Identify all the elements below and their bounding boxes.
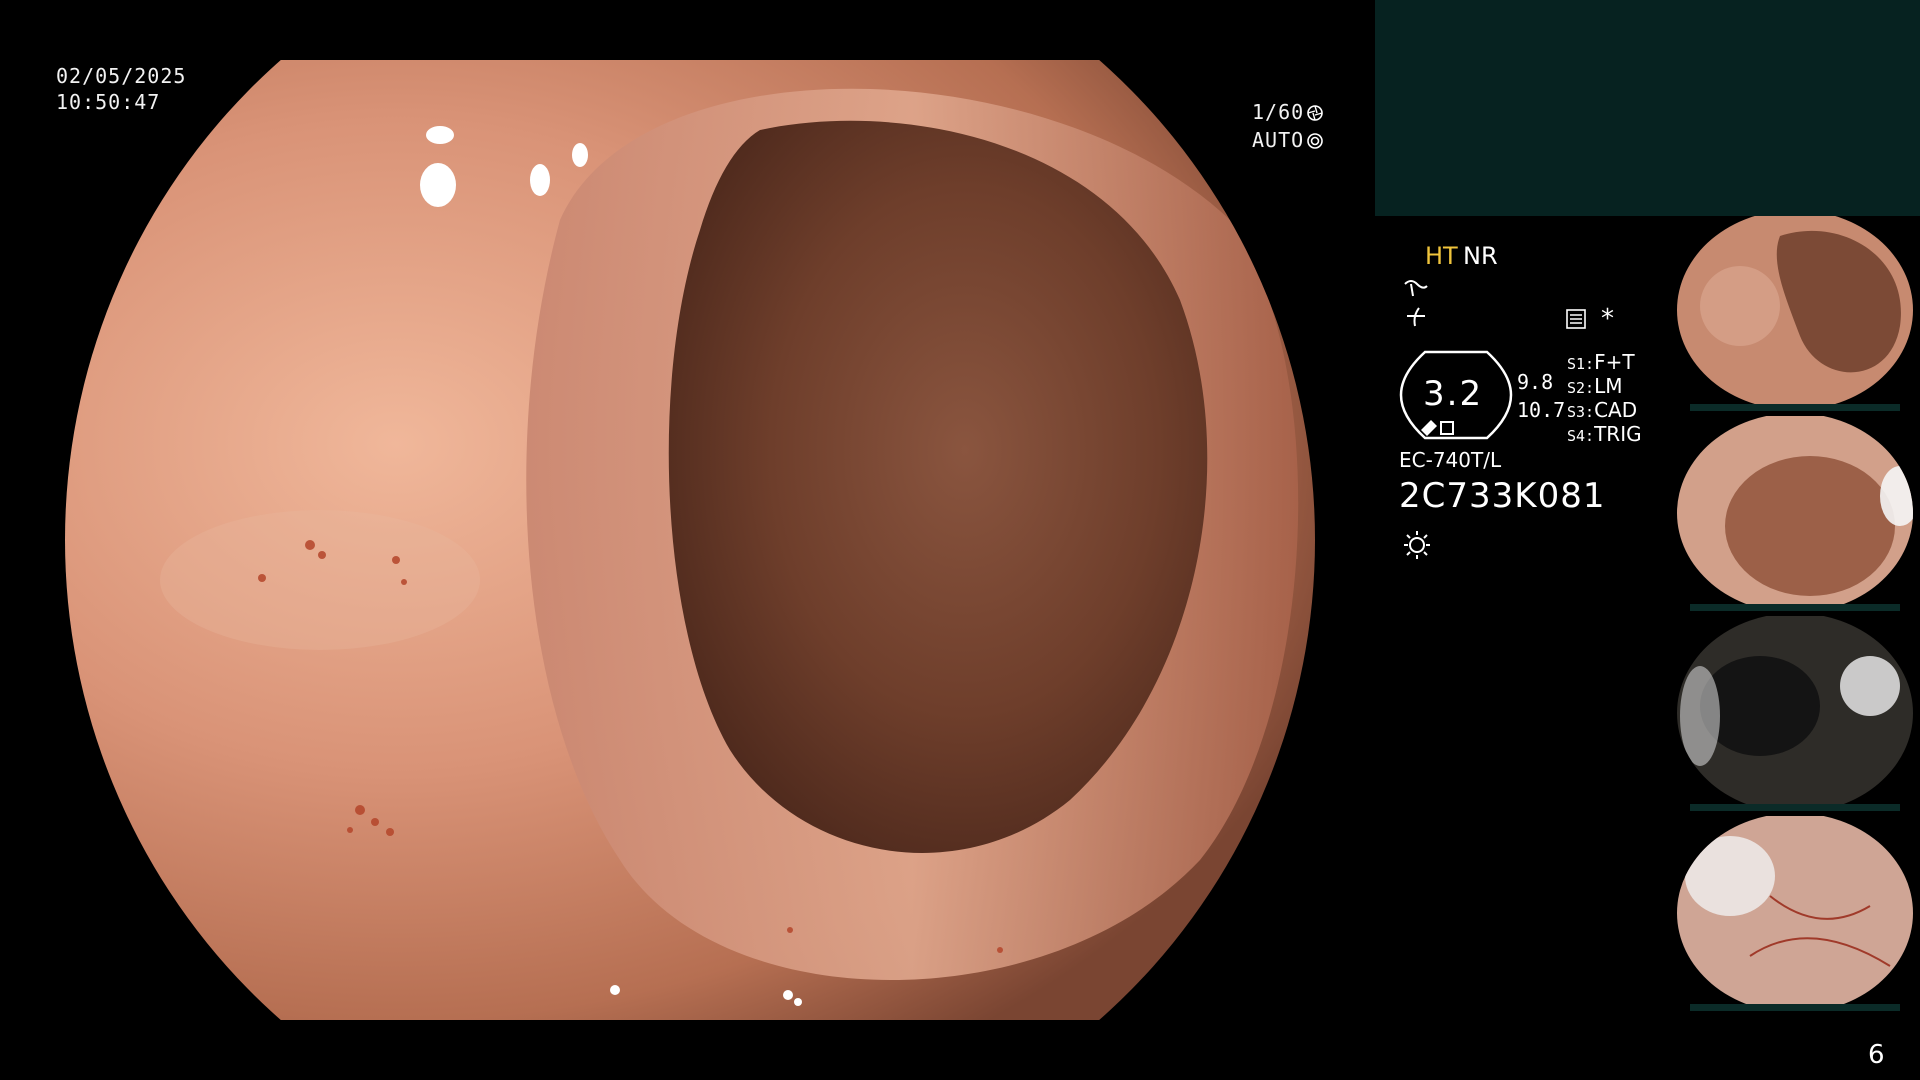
switch-s4: S4:TRIG: [1567, 422, 1642, 446]
image-mode-icon: [1566, 309, 1586, 329]
switch-s2: S2:LM: [1567, 374, 1623, 398]
scope-serial-number: 2C733K081: [1399, 476, 1606, 516]
switch-key: S2:: [1567, 379, 1595, 397]
top-right-panel: [1375, 0, 1920, 216]
thumbnail-image: [1677, 616, 1913, 811]
endoscope-image: [65, 60, 1315, 1020]
endoscopy-screen: 02/05/2025 10:50:47 1/60 AUTO HT NR * 3.…: [0, 0, 1920, 1080]
date-readout: 02/05/2025: [56, 64, 187, 88]
switch-value: F+T: [1594, 350, 1635, 374]
zoom-value: 3.2: [1423, 374, 1484, 414]
nr-indicator: NR: [1463, 242, 1498, 270]
shutter-readout: 1/60: [1252, 98, 1324, 126]
structure-enhancement-icon: [1404, 280, 1428, 297]
iris-icon: [1307, 133, 1323, 149]
switch-key: S3:: [1567, 403, 1595, 421]
color-enhancement-icon: [1407, 307, 1425, 327]
scope-model: EC-740T/L: [1399, 448, 1502, 472]
switch-s3: S3:CAD: [1567, 398, 1637, 422]
ht-indicator: HT: [1425, 242, 1458, 270]
reading-b: 10.7: [1517, 398, 1566, 422]
mucosa-highlight: [160, 510, 480, 650]
thumbnail-2[interactable]: [1670, 416, 1920, 611]
shutter-value: 1/60: [1252, 100, 1305, 124]
switch-s1: S1:F+T: [1567, 350, 1635, 374]
switch-key: S4:: [1567, 427, 1595, 445]
switch-value: CAD: [1594, 398, 1638, 422]
switch-value: LM: [1594, 374, 1623, 398]
switch-value: TRIG: [1594, 422, 1642, 446]
shutter-mode-value: AUTO: [1252, 128, 1305, 152]
switch-key: S1:: [1567, 355, 1595, 373]
aperture-icon: [1307, 105, 1323, 121]
thumbnail-3[interactable]: [1670, 616, 1920, 811]
processor-info-panel: HT NR * 3.2 9.8 10.7 S1:F+T S2:LM S3:CAD…: [1375, 216, 1670, 1080]
endoscope-live-view: [0, 60, 1320, 1020]
shutter-mode-readout: AUTO: [1252, 126, 1324, 154]
thumbnail-image: [1677, 416, 1913, 611]
asterisk-indicator: *: [1601, 304, 1614, 334]
thumbnail-image: [1677, 216, 1913, 411]
light-source-icon: [1404, 531, 1430, 559]
page-number: 6: [1868, 1040, 1885, 1070]
time-readout: 10:50:47: [56, 90, 161, 114]
thumbnail-1[interactable]: [1670, 216, 1920, 411]
thumbnail-image: [1677, 816, 1913, 1011]
reading-a: 9.8: [1517, 370, 1554, 394]
captured-images-strip: [1670, 216, 1920, 1016]
thumbnail-4[interactable]: [1670, 816, 1920, 1011]
